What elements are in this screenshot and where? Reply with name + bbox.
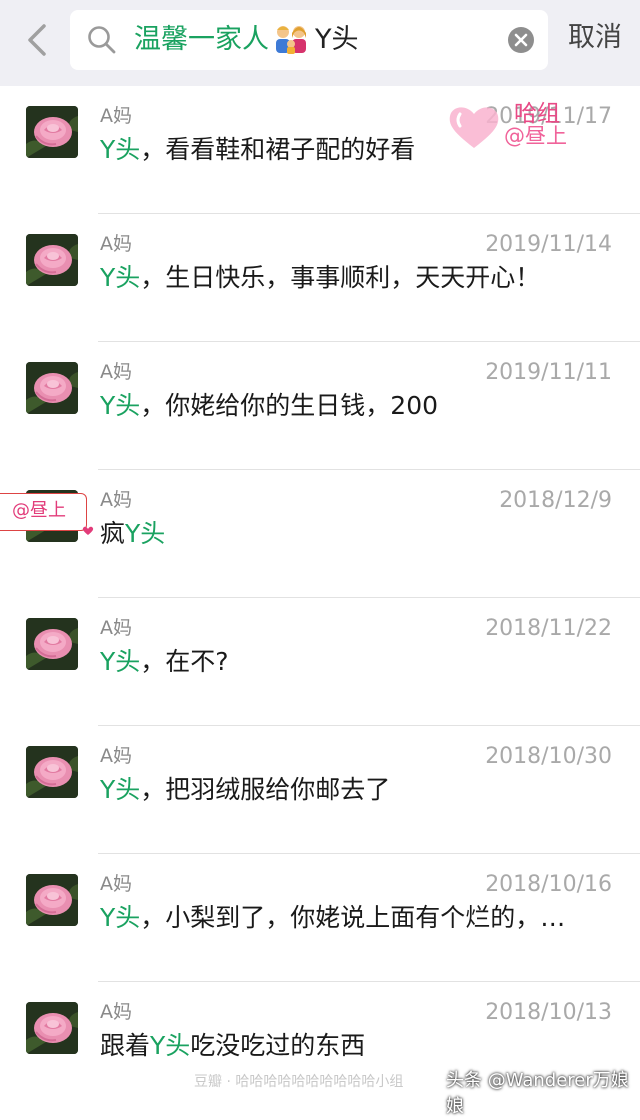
keyword-highlight: Y头 — [100, 391, 141, 420]
message-fragment: 吃没吃过的东西 — [190, 1031, 366, 1060]
message-date: 2018/10/30 — [485, 744, 612, 769]
message-date: 2018/10/16 — [485, 872, 612, 897]
rose-avatar-icon[interactable] — [26, 618, 78, 670]
message-fragment: ，生日快乐，事事顺利，天天开心！ — [140, 263, 541, 292]
side-tag-text: @昼上 — [12, 500, 66, 521]
search-result-row[interactable]: A妈 2019/11/11 Y头，你姥给你的生日钱，200 — [26, 342, 640, 470]
message-date: 2018/11/22 — [485, 616, 612, 641]
keyword-highlight: Y头 — [150, 1031, 191, 1060]
search-bar[interactable]: 温馨一家人 Y头 — [70, 10, 548, 70]
rose-avatar-icon[interactable] — [26, 234, 78, 286]
message-text: Y头，生日快乐，事事顺利，天天开心！ — [100, 262, 540, 294]
family-emoji-icon — [273, 24, 309, 54]
rose-avatar-icon[interactable] — [26, 874, 78, 926]
heart-sticker: 哈组 @昼上 — [446, 96, 616, 160]
sender-name: A妈 — [100, 1001, 132, 1023]
side-tag-sticker: @昼上 — [0, 493, 94, 535]
sender-name: A妈 — [100, 745, 132, 767]
sender-name: A妈 — [100, 617, 132, 639]
message-date: 2018/12/9 — [499, 488, 612, 513]
sender-name: A妈 — [100, 105, 132, 127]
sender-name: A妈 — [100, 361, 132, 383]
message-date: 2019/11/11 — [485, 360, 612, 385]
rose-avatar-icon[interactable] — [26, 746, 78, 798]
footer-credit: 头条 @Wanderer万娘娘 — [446, 1070, 629, 1117]
sender-name: A妈 — [100, 873, 132, 895]
search-keyword: Y头 — [315, 24, 359, 55]
message-text: 跟着Y头吃没吃过的东西 — [100, 1030, 365, 1062]
rose-avatar-icon[interactable] — [26, 106, 78, 158]
heart-sticker-icon — [446, 102, 502, 152]
footer-watermark: 豆瓣 · 哈哈哈哈哈哈哈哈哈哈小组 — [194, 1074, 404, 1090]
keyword-highlight: Y头 — [100, 135, 141, 164]
message-fragment: 跟着 — [100, 1031, 151, 1060]
search-icon — [86, 24, 118, 56]
message-text: Y头，把羽绒服给你邮去了 — [100, 774, 390, 806]
clear-icon[interactable] — [507, 26, 535, 54]
back-chevron-icon[interactable] — [22, 22, 52, 58]
keyword-highlight: Y头 — [100, 775, 141, 804]
sender-name: A妈 — [100, 489, 132, 511]
rose-avatar-icon[interactable] — [26, 1002, 78, 1054]
keyword-highlight: Y头 — [100, 263, 141, 292]
message-fragment: ，你姥给你的生日钱，200 — [140, 391, 438, 420]
sender-name: A妈 — [100, 233, 132, 255]
message-fragment: ，小梨到了，你姥说上面有个烂的，… — [140, 903, 566, 932]
message-fragment: 疯 — [100, 519, 126, 548]
message-date: 2019/11/14 — [485, 232, 612, 257]
search-group-name: 温馨一家人 — [134, 24, 269, 55]
message-fragment: ，看看鞋和裙子配的好看 — [140, 135, 416, 164]
message-text: Y头，看看鞋和裙子配的好看 — [100, 134, 415, 166]
keyword-highlight: Y头 — [125, 519, 166, 548]
message-fragment: ，把羽绒服给你邮去了 — [140, 775, 391, 804]
message-text: Y头，在不? — [100, 646, 229, 678]
search-result-row[interactable]: A妈 2018/11/22 Y头，在不? — [26, 598, 640, 726]
search-result-row[interactable]: A妈 2018/12/9 疯Y头 — [26, 470, 640, 598]
message-date: 2018/10/13 — [485, 1000, 612, 1025]
message-text: Y头，小梨到了，你姥说上面有个烂的，… — [100, 902, 565, 934]
search-header: 温馨一家人 Y头 取消 — [0, 0, 640, 86]
cancel-button[interactable]: 取消 — [568, 20, 622, 56]
message-text: 疯Y头 — [100, 518, 165, 550]
search-result-row[interactable]: A妈 2019/11/14 Y头，生日快乐，事事顺利，天天开心！ — [26, 214, 640, 342]
search-query[interactable]: 温馨一家人 Y头 — [134, 22, 359, 58]
search-result-row[interactable]: A妈 2018/10/16 Y头，小梨到了，你姥说上面有个烂的，… — [26, 854, 640, 982]
heart-small-icon — [82, 526, 94, 535]
keyword-highlight: Y头 — [100, 647, 141, 676]
rose-avatar-icon[interactable] — [26, 362, 78, 414]
search-results-list: A妈 2019/11/17 Y头，看看鞋和裙子配的好看 A妈 2019/11/14 Y头，… — [0, 86, 640, 1109]
keyword-highlight: Y头 — [100, 903, 141, 932]
sticker-text-handle: @昼上 — [504, 124, 567, 148]
search-result-row[interactable]: A妈 2018/10/30 Y头，把羽绒服给你邮去了 — [26, 726, 640, 854]
message-text: Y头，你姥给你的生日钱，200 — [100, 390, 438, 422]
message-fragment: ，在不? — [140, 647, 229, 676]
